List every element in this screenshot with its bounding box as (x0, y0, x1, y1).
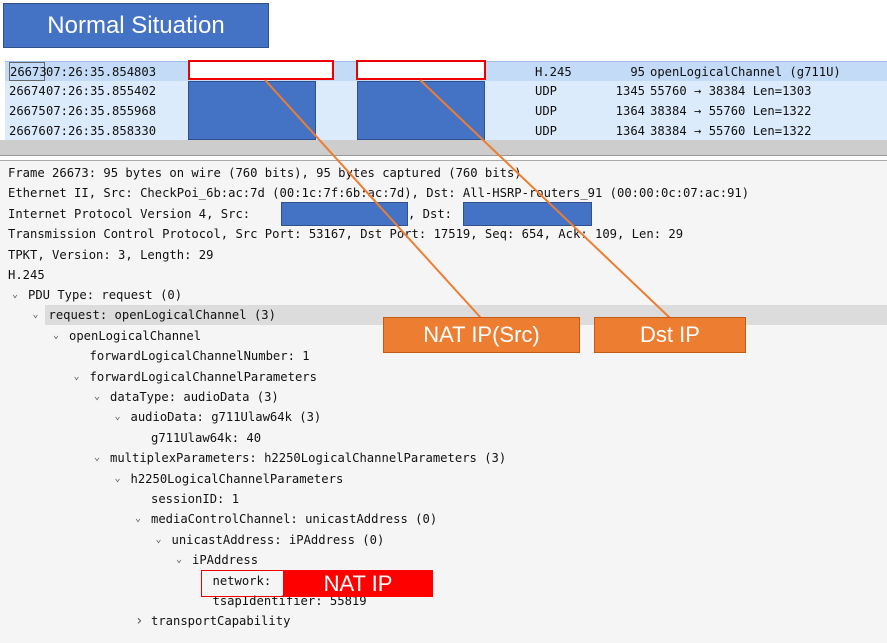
callout-line-dst (419, 79, 671, 319)
callout-line-src (264, 79, 482, 319)
nat-src-callout: NAT IP(Src) (383, 317, 580, 353)
dst-ip-callout: Dst IP (594, 317, 746, 353)
title-banner: Normal Situation (3, 3, 269, 48)
nat-ip-callout: NAT IP (283, 570, 433, 597)
